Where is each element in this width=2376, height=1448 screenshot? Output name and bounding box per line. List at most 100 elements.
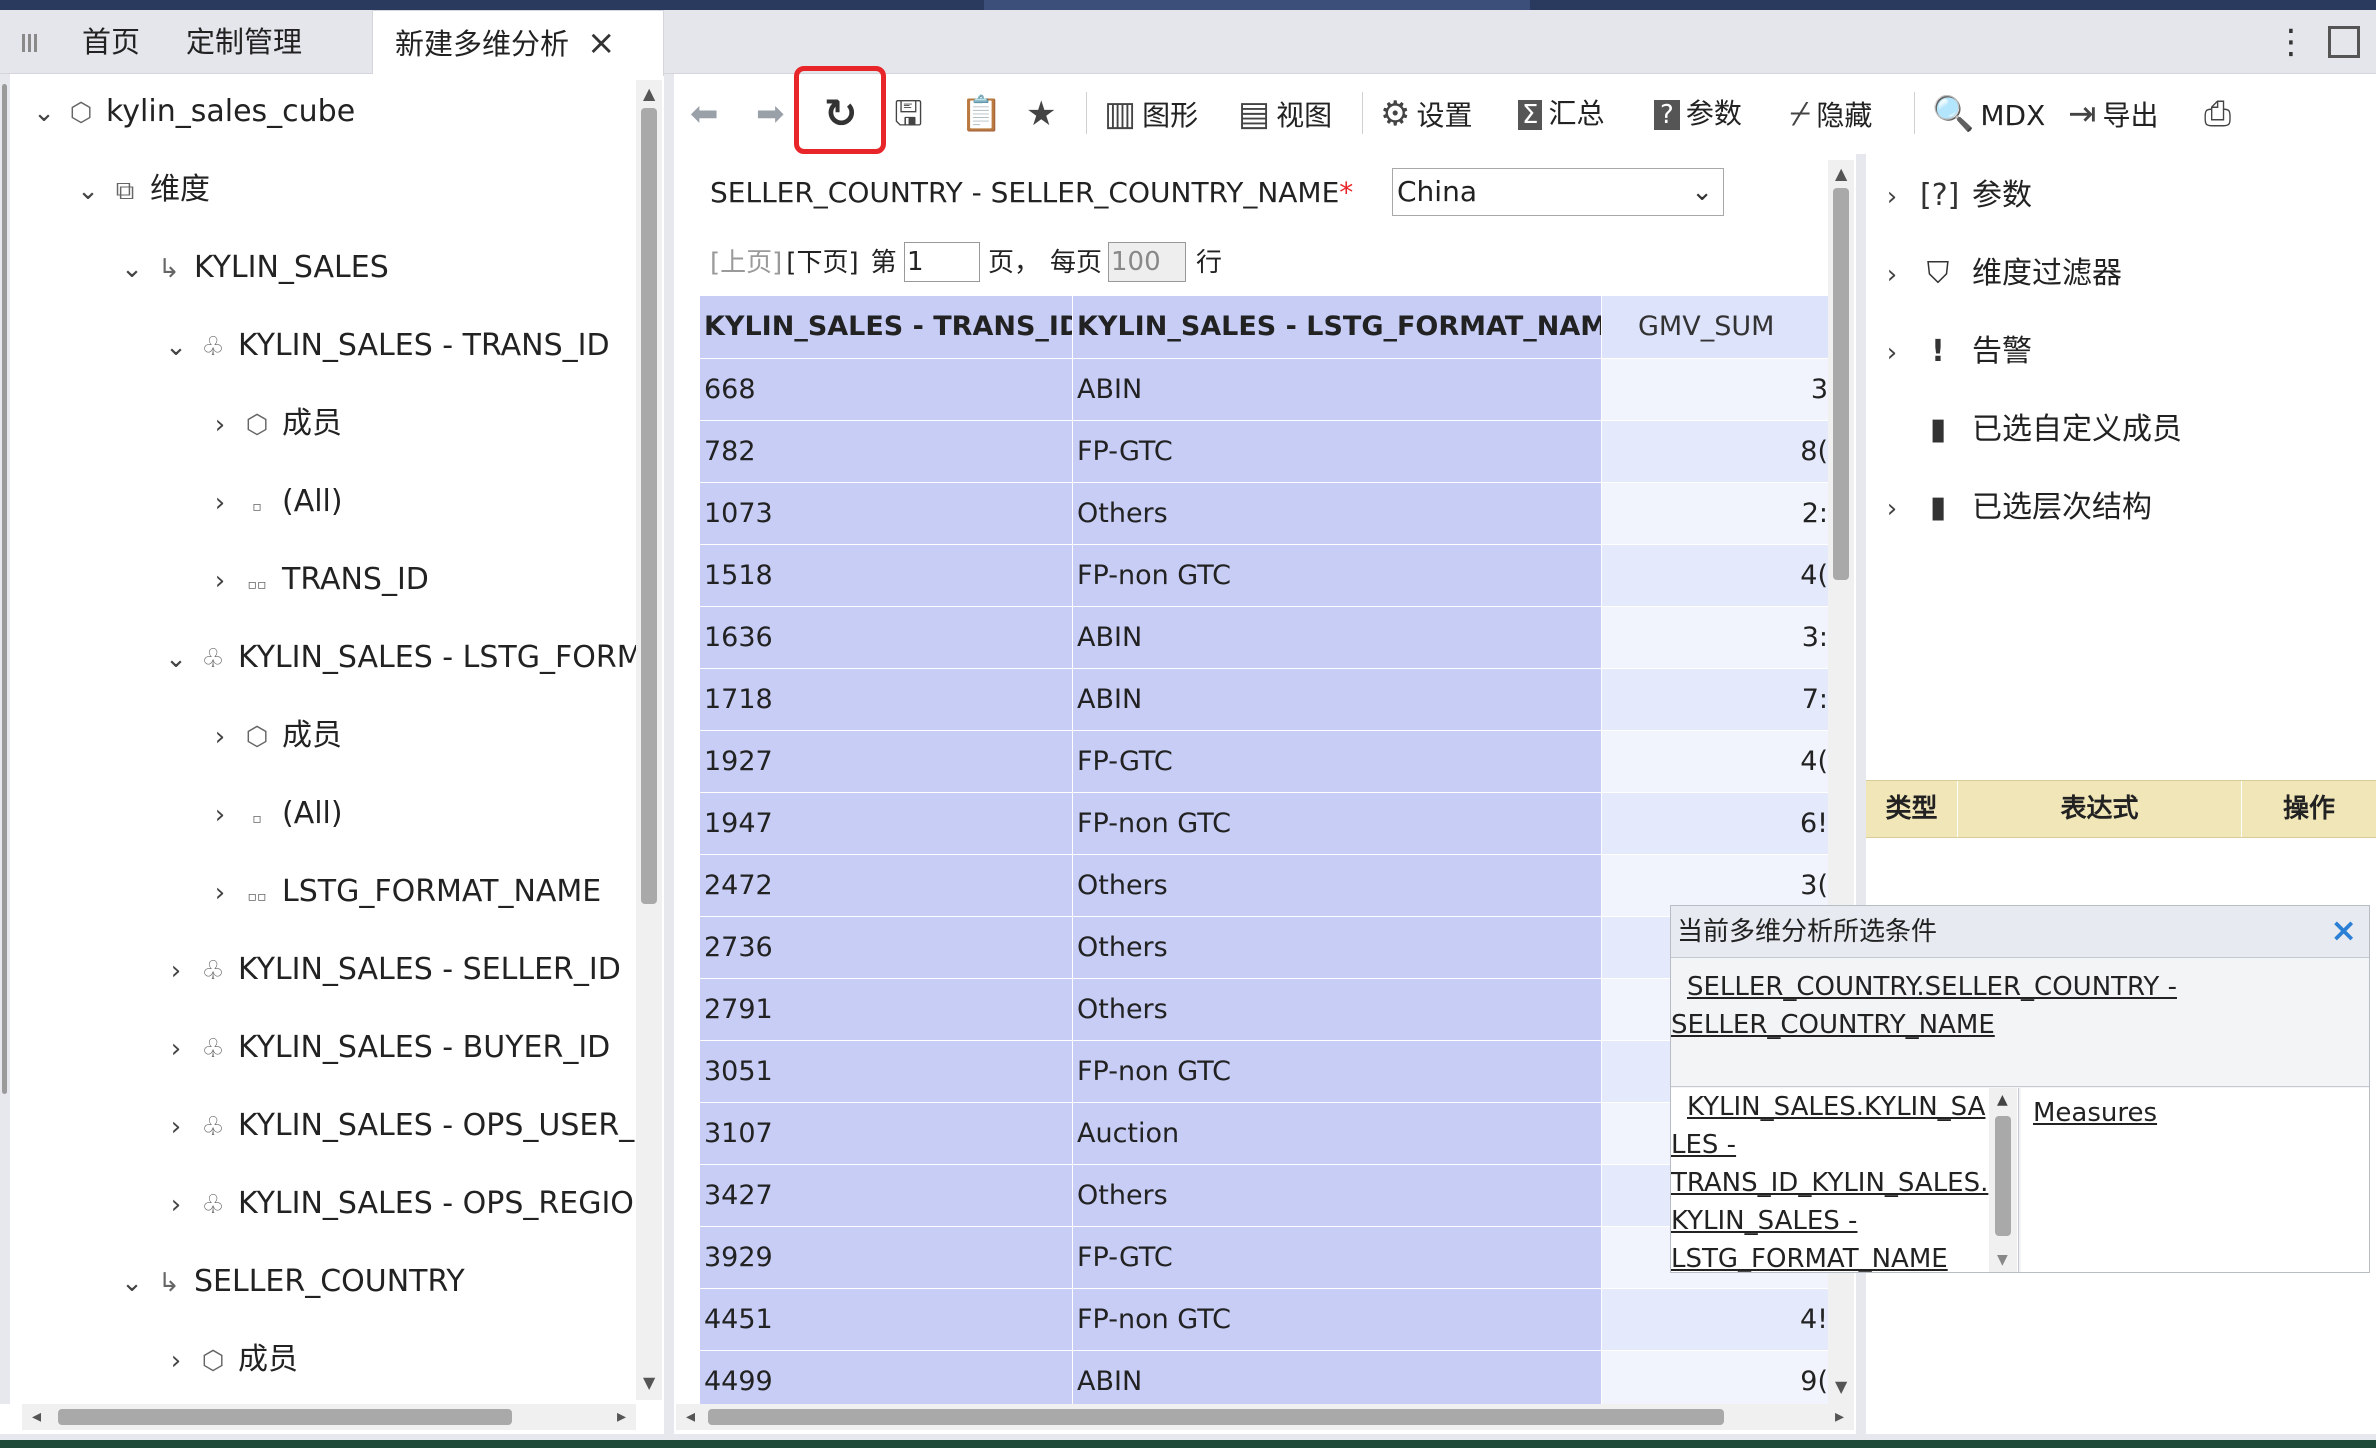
chevron-down-icon[interactable]: ⌄	[162, 621, 190, 697]
drag-handle-icon[interactable]	[20, 30, 40, 56]
grid-cell-format[interactable]: ABIN	[1073, 358, 1601, 420]
summary-button[interactable]: Σ 汇总	[1518, 74, 1604, 154]
tree-node-all[interactable]: › ▫ (All)	[206, 464, 343, 540]
tree-node-ops-user-id[interactable]: › ♧ KYLIN_SALES - OPS_USER_ID	[162, 1088, 662, 1164]
grid-cell-trans-id[interactable]: 668	[700, 358, 1072, 420]
tree-node-trans-id[interactable]: › ▫▫ TRANS_ID	[206, 542, 429, 618]
save-as-button[interactable]: 📋	[960, 74, 1008, 154]
tab-new-analysis[interactable]: 新建多维分析 ×	[372, 10, 664, 76]
tab-home[interactable]: 首页	[82, 10, 140, 74]
maximize-icon[interactable]	[2328, 26, 2360, 58]
column-header[interactable]: GMV_SUM	[1602, 296, 1828, 358]
filter-condition-link[interactable]: SELLER_COUNTRY_NAME	[1671, 1010, 1995, 1040]
grid-cell-format[interactable]: FP-non GTC	[1073, 1040, 1601, 1102]
grid-cell-format[interactable]: ABIN	[1073, 1350, 1601, 1404]
panel-item-params[interactable]: › [?] 参数	[1878, 158, 2032, 234]
grid-cell-trans-id[interactable]: 3929	[700, 1226, 1072, 1288]
grid-cell-gmv[interactable]: 2:	[1602, 482, 1828, 544]
tree-node-members[interactable]: › ⬡ 成员	[206, 698, 342, 774]
tree-node-seller-id[interactable]: › ♧ KYLIN_SALES - SELLER_ID	[162, 932, 621, 1008]
close-icon[interactable]: ×	[2330, 906, 2357, 954]
grid-cell-gmv[interactable]: 6!	[1602, 792, 1828, 854]
country-select[interactable]: China ⌄	[1392, 168, 1724, 216]
chevron-right-icon[interactable]: ›	[206, 699, 234, 775]
grid-cell-format[interactable]: FP-non GTC	[1073, 792, 1601, 854]
grid-cell-format[interactable]: FP-GTC	[1073, 1226, 1601, 1288]
grid-cell-gmv[interactable]: 4(	[1602, 730, 1828, 792]
tree-vertical-scrollbar[interactable]: ▲ ▼	[636, 80, 662, 1400]
tree-node-buyer-id[interactable]: › ♧ KYLIN_SALES - BUYER_ID	[162, 1010, 610, 1086]
column-header[interactable]: KYLIN_SALES - LSTG_FORMAT_NAME	[1073, 296, 1601, 358]
chevron-right-icon[interactable]: ›	[162, 933, 190, 1009]
chevron-right-icon[interactable]: ›	[162, 1323, 190, 1399]
chevron-right-icon[interactable]: ›	[206, 387, 234, 463]
grid-cell-gmv[interactable]: 8(	[1602, 420, 1828, 482]
chevron-down-icon[interactable]: ⌄	[74, 153, 102, 229]
chevron-down-icon[interactable]: ⌄	[30, 75, 58, 151]
tab-custom-management[interactable]: 定制管理	[186, 10, 302, 74]
grid-cell-trans-id[interactable]: 3107	[700, 1102, 1072, 1164]
chevron-right-icon[interactable]: ›	[1878, 471, 1906, 547]
tree-node-seller-country[interactable]: ⌄ ↳ SELLER_COUNTRY	[118, 1244, 465, 1320]
favorite-button[interactable]: ★	[1026, 74, 1062, 154]
mdx-button[interactable]: 🔍 MDX	[1932, 74, 2045, 154]
panel-item-dimension-filter[interactable]: › ⛉ 维度过滤器	[1878, 236, 2122, 312]
grid-cell-trans-id[interactable]: 4499	[700, 1350, 1072, 1404]
grid-cell-format[interactable]: FP-GTC	[1073, 420, 1601, 482]
forward-button[interactable]: ➡	[756, 74, 791, 154]
refresh-button[interactable]: ↻	[824, 74, 864, 154]
grid-cell-gmv[interactable]: 4!	[1602, 1288, 1828, 1350]
panel-item-selected-hierarchies[interactable]: › ▮ 已选层次结构	[1878, 470, 2152, 546]
grid-cell-gmv[interactable]: 4(	[1602, 544, 1828, 606]
grid-cell-gmv[interactable]: 9(	[1602, 1350, 1828, 1404]
grid-cell-trans-id[interactable]: 3051	[700, 1040, 1072, 1102]
tree-node-lstg-hierarchy[interactable]: ⌄ ♧ KYLIN_SALES - LSTG_FORMAT_NAME	[162, 620, 662, 696]
grid-cell-trans-id[interactable]: 1718	[700, 668, 1072, 730]
popup-rows-scrollbar[interactable]: ▲ ▼	[1989, 1088, 2017, 1272]
grid-cell-trans-id[interactable]: 3427	[700, 1164, 1072, 1226]
tree-node-all[interactable]: › ▫ (All)	[206, 776, 343, 852]
tree-node-kylin-sales[interactable]: ⌄ ↳ KYLIN_SALES	[118, 230, 389, 306]
grid-horizontal-scrollbar[interactable]: ◂ ▸	[676, 1404, 1854, 1430]
grid-cell-trans-id[interactable]: 1073	[700, 482, 1072, 544]
params-button[interactable]: ? 参数	[1654, 74, 1742, 154]
grid-cell-trans-id[interactable]: 1927	[700, 730, 1072, 792]
tree-node-cube[interactable]: ⌄ ⬡ kylin_sales_cube	[30, 74, 355, 150]
page-number-input[interactable]: 1	[904, 242, 980, 282]
grid-cell-format[interactable]: ABIN	[1073, 606, 1601, 668]
back-button[interactable]: ⬅	[690, 74, 725, 154]
tree-horizontal-scrollbar[interactable]: ◂ ▸	[22, 1404, 636, 1430]
chevron-right-icon[interactable]: ›	[206, 777, 234, 853]
grid-cell-format[interactable]: Others	[1073, 854, 1601, 916]
grid-cell-gmv[interactable]: 7:	[1602, 668, 1828, 730]
grid-cell-trans-id[interactable]: 1636	[700, 606, 1072, 668]
row-condition-link[interactable]: KYLIN_SALES -	[1671, 1206, 1857, 1236]
tree-node-dimensions[interactable]: ⌄ ⧉ 维度	[74, 152, 210, 228]
grid-cell-gmv[interactable]: 3	[1602, 358, 1828, 420]
grid-cell-trans-id[interactable]: 2472	[700, 854, 1072, 916]
grid-cell-format[interactable]: Others	[1073, 916, 1601, 978]
print-button[interactable]: ⎙	[2204, 74, 2237, 154]
column-header[interactable]: KYLIN_SALES - TRANS_ID	[700, 296, 1072, 358]
chevron-down-icon[interactable]: ⌄	[118, 1245, 146, 1321]
chevron-right-icon[interactable]: ›	[206, 855, 234, 931]
chevron-right-icon[interactable]: ›	[206, 465, 234, 541]
prev-page-link[interactable]: [上页]	[710, 248, 782, 278]
grid-cell-format[interactable]: FP-GTC	[1073, 730, 1601, 792]
per-page-input[interactable]: 100	[1108, 242, 1186, 282]
grid-cell-format[interactable]: Others	[1073, 482, 1601, 544]
grid-cell-format[interactable]: Others	[1073, 1164, 1601, 1226]
grid-cell-format[interactable]: FP-non GTC	[1073, 1288, 1601, 1350]
panel-item-custom-members[interactable]: ▮ 已选自定义成员	[1878, 392, 2182, 468]
chart-button[interactable]: ▥ 图形	[1104, 74, 1198, 154]
grid-cell-format[interactable]: Auction	[1073, 1102, 1601, 1164]
tree-node-lstg-format-name[interactable]: › ▫▫ LSTG_FORMAT_NAME	[206, 854, 601, 930]
chevron-right-icon[interactable]: ›	[162, 1089, 190, 1165]
row-condition-link[interactable]: TRANS_ID_KYLIN_SALES.	[1671, 1168, 1988, 1198]
more-menu-icon[interactable]: ⋮	[2274, 20, 2308, 64]
chevron-down-icon[interactable]: ⌄	[118, 231, 146, 307]
measures-link[interactable]: Measures	[2033, 1098, 2157, 1128]
view-button[interactable]: ▤ 视图	[1238, 74, 1332, 154]
hide-button[interactable]: ⌿ 隐藏	[1790, 74, 1872, 154]
grid-cell-gmv[interactable]: 3:	[1602, 606, 1828, 668]
